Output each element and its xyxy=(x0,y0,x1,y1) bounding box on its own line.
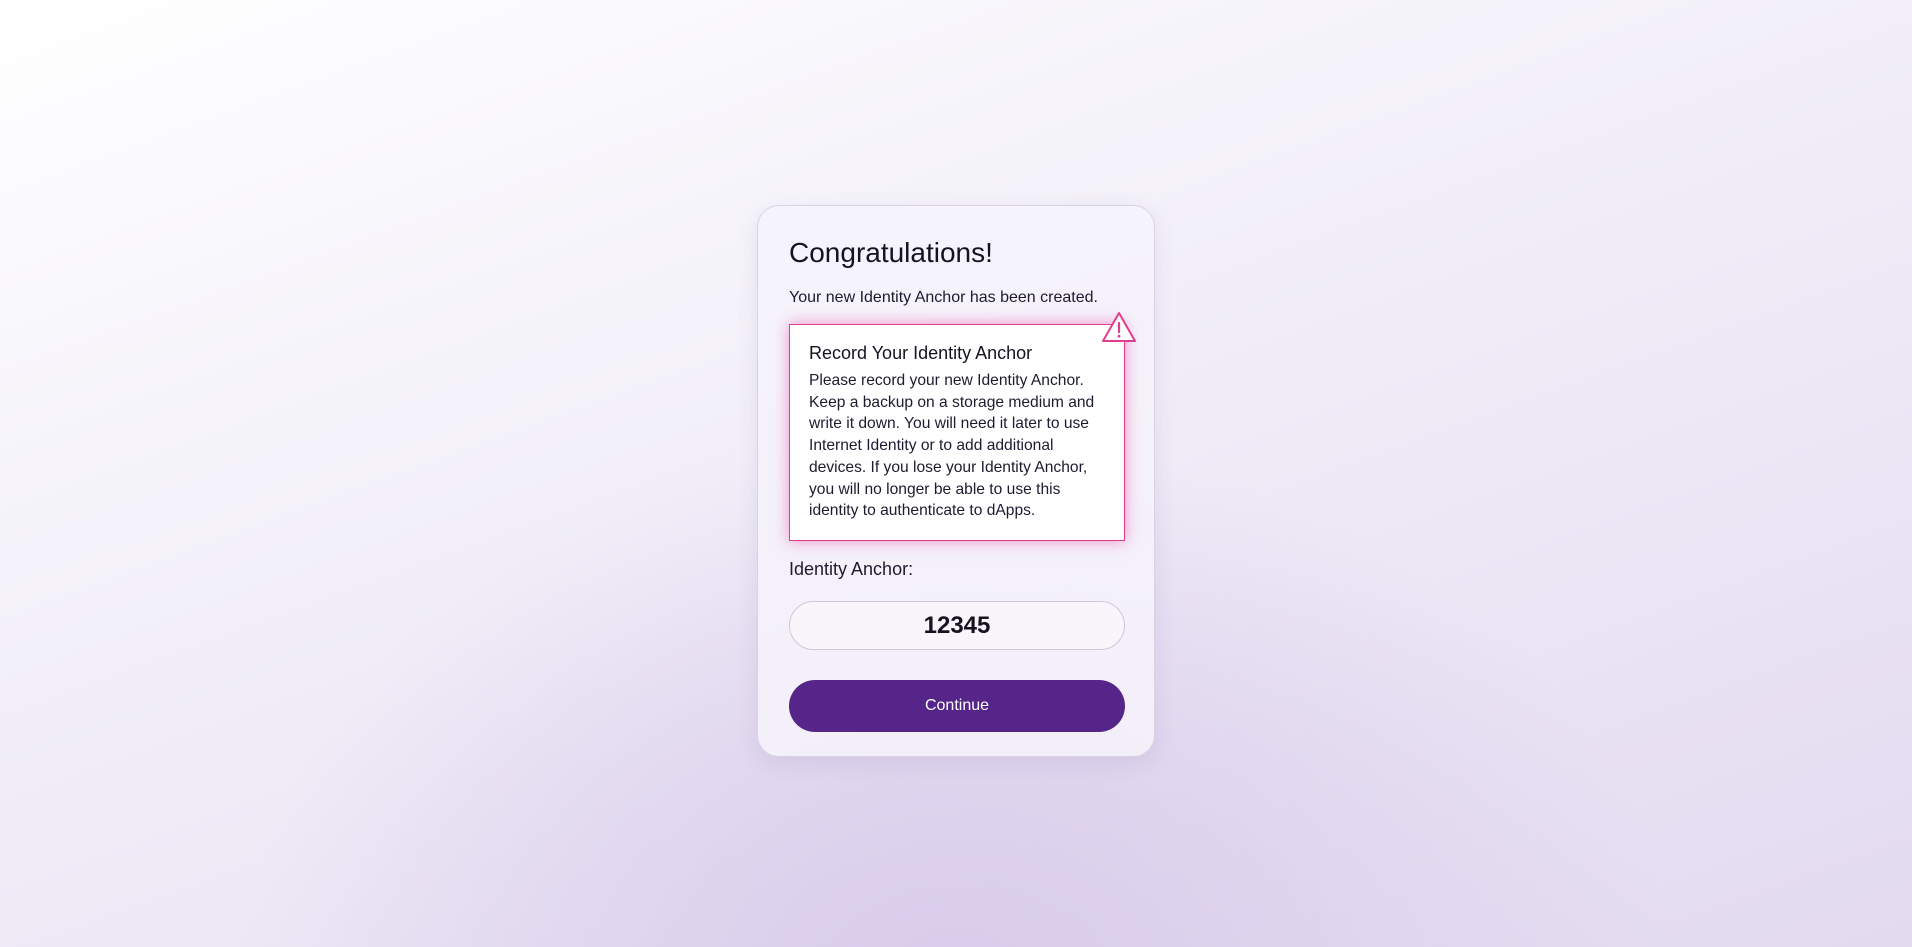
page-title: Congratulations! xyxy=(789,237,993,268)
warning-text: Please record your new Identity Anchor. … xyxy=(809,372,1095,520)
identity-anchor-value: 12345 xyxy=(789,601,1125,650)
identity-anchor-label: Identity Anchor: xyxy=(789,559,914,579)
warning-title: Record Your Identity Anchor xyxy=(809,343,1033,363)
warning-box: Record Your Identity Anchor Please recor… xyxy=(789,312,1136,541)
warning-triangle-icon xyxy=(1102,312,1136,342)
subtitle-text: Your new Identity Anchor has been create… xyxy=(789,289,1098,306)
registration-success-card: Congratulations! Your new Identity Ancho… xyxy=(757,205,1155,757)
continue-button[interactable]: Continue xyxy=(789,680,1125,732)
